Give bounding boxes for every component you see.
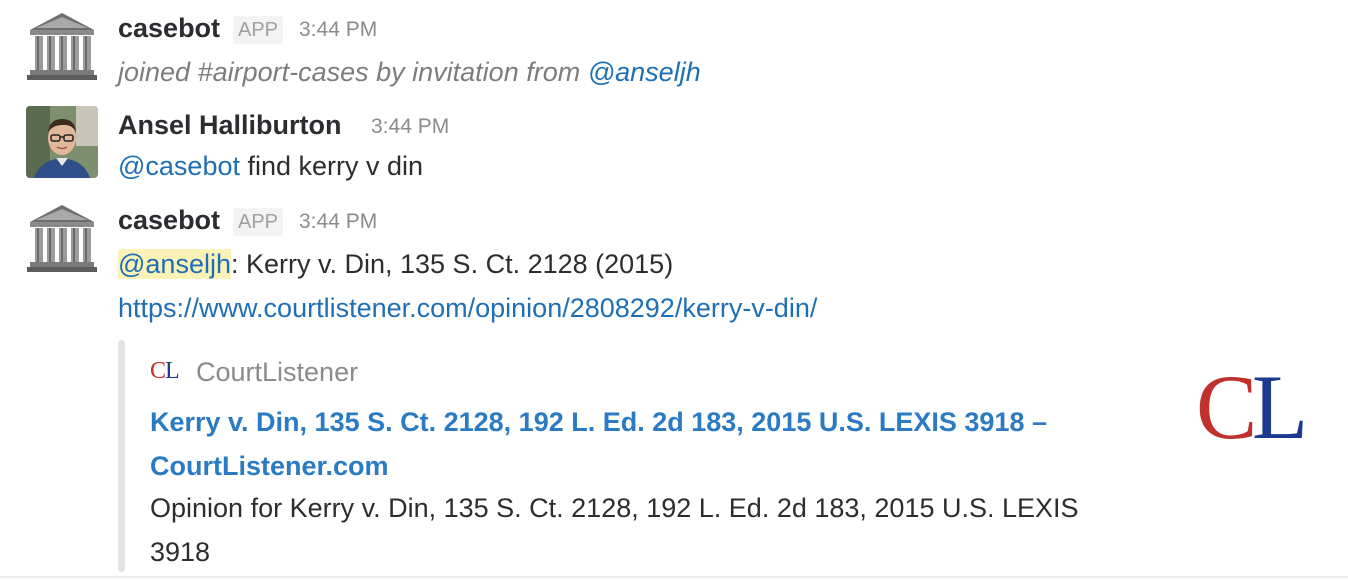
user-mention[interactable]: @casebot	[118, 151, 240, 181]
app-badge: APP	[233, 16, 284, 44]
courthouse-icon[interactable]	[26, 202, 98, 274]
app-badge: APP	[233, 208, 284, 236]
message-text: : Kerry v. Din, 135 S. Ct. 2128 (2015)	[230, 249, 674, 279]
message-url-line: https://www.courtlistener.com/opinion/28…	[118, 290, 817, 326]
message-text: find kerry v din	[247, 151, 424, 181]
courtlistener-logo-thumbnail[interactable]: C L	[1192, 356, 1322, 458]
message-body: @casebot find kerry v din	[118, 148, 423, 184]
attachment-bar	[118, 340, 125, 572]
svg-text:L: L	[1252, 360, 1308, 456]
case-url-link[interactable]: https://www.courtlistener.com/opinion/28…	[118, 293, 817, 323]
courthouse-icon[interactable]	[26, 10, 98, 82]
author-name[interactable]: casebot	[118, 204, 220, 236]
bottom-divider	[0, 576, 1348, 578]
svg-text:C: C	[1196, 360, 1257, 456]
user-avatar[interactable]	[26, 106, 98, 178]
author-name[interactable]: Ansel Halliburton	[118, 109, 342, 141]
user-mention[interactable]: @anseljh	[588, 57, 701, 87]
join-message: joined #airport-cases by invitation from…	[118, 54, 701, 90]
author-name[interactable]: casebot	[118, 12, 220, 44]
timestamp[interactable]: 3:44 PM	[299, 16, 377, 44]
attachment-description: Opinion for Kerry v. Din, 135 S. Ct. 212…	[150, 493, 1079, 567]
user-mention-highlighted[interactable]: @anseljh	[118, 249, 231, 279]
timestamp[interactable]: 3:44 PM	[299, 208, 377, 236]
courtlistener-service-icon: CL	[150, 358, 180, 384]
timestamp[interactable]: 3:44 PM	[371, 113, 449, 141]
join-text: joined #airport-cases by invitation from	[118, 57, 581, 87]
attachment-title-link[interactable]: Kerry v. Din, 135 S. Ct. 2128, 192 L. Ed…	[150, 400, 1140, 488]
message-body: @anseljh: Kerry v. Din, 135 S. Ct. 2128 …	[118, 246, 673, 282]
service-name: CourtListener	[196, 357, 359, 387]
